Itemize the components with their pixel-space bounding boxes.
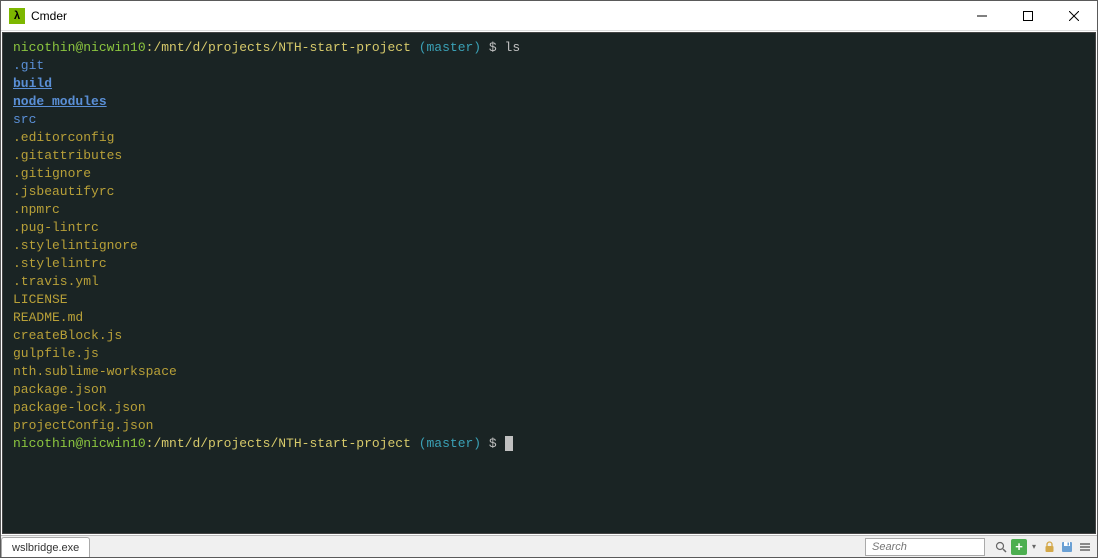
ls-entry: node_modules [13,93,1085,111]
window-controls [959,1,1097,30]
ls-entry: package-lock.json [13,399,1085,417]
dropdown-icon[interactable]: ▾ [1029,539,1039,555]
cursor [505,436,513,451]
prompt-dollar: $ [481,40,504,55]
prompt-dollar: $ [481,436,504,451]
ls-entry: createBlock.js [13,327,1085,345]
ls-entry: build [13,75,1085,93]
ls-entry: README.md [13,309,1085,327]
ls-entry: .gitattributes [13,147,1085,165]
prompt-user: nicothin@nicwin10 [13,436,146,451]
minimize-button[interactable] [959,1,1005,30]
prompt-line-2: nicothin@nicwin10:/mnt/d/projects/NTH-st… [13,435,1085,453]
ls-entry: src [13,111,1085,129]
statusbar-spacer [90,536,861,557]
ls-entry: LICENSE [13,291,1085,309]
prompt-line: nicothin@nicwin10:/mnt/d/projects/NTH-st… [13,39,1085,57]
prompt-user: nicothin@nicwin10 [13,40,146,55]
prompt-path: /mnt/d/projects/NTH-start-project [153,436,410,451]
search-input[interactable] [865,538,985,556]
titlebar: λ Cmder [1,1,1097,31]
disk-icon[interactable] [1059,539,1075,555]
close-button[interactable] [1051,1,1097,30]
maximize-button[interactable] [1005,1,1051,30]
ls-entry: .editorconfig [13,129,1085,147]
menu-icon[interactable] [1077,539,1093,555]
ls-entry: nth.sublime-workspace [13,363,1085,381]
ls-entry: .stylelintrc [13,255,1085,273]
lock-icon[interactable] [1041,539,1057,555]
ls-entry: .gitignore [13,165,1085,183]
command-text: ls [505,40,521,55]
ls-entry: projectConfig.json [13,417,1085,435]
ls-entry: .git [13,57,1085,75]
search-icon[interactable] [993,539,1009,555]
prompt-branch: (master) [411,436,481,451]
console-tab[interactable]: wslbridge.exe [1,537,90,557]
status-icons: + ▾ [989,536,1097,557]
terminal-output[interactable]: nicothin@nicwin10:/mnt/d/projects/NTH-st… [2,32,1096,534]
app-icon: λ [9,8,25,24]
ls-entry: .stylelintignore [13,237,1085,255]
add-tab-icon[interactable]: + [1011,539,1027,555]
window-title: Cmder [31,9,959,23]
prompt-branch: (master) [411,40,481,55]
ls-entry: .jsbeautifyrc [13,183,1085,201]
ls-entry: package.json [13,381,1085,399]
ls-output: .gitbuildnode_modulessrc.editorconfig.gi… [13,57,1085,435]
ls-entry: .travis.yml [13,273,1085,291]
ls-entry: gulpfile.js [13,345,1085,363]
prompt-path: /mnt/d/projects/NTH-start-project [153,40,410,55]
ls-entry: .pug-lintrc [13,219,1085,237]
statusbar: wslbridge.exe + ▾ [1,535,1097,557]
ls-entry: .npmrc [13,201,1085,219]
